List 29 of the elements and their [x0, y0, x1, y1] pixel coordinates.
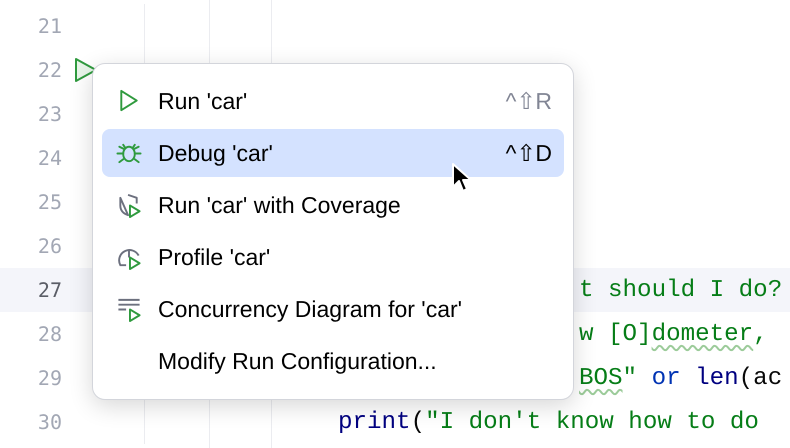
code-line: t should I do? — [579, 276, 782, 304]
line-number: 28 — [36, 322, 62, 346]
line-number: 25 — [36, 190, 62, 214]
code-line: BOS" or len(ac — [579, 364, 782, 392]
menu-item[interactable]: Run 'car' with Coverage — [102, 181, 564, 229]
line-number: 27 — [36, 278, 62, 302]
menu-item[interactable]: Modify Run Configuration... — [102, 337, 564, 385]
menu-item-label: Debug 'car' — [158, 140, 274, 166]
menu-item-label: Profile 'car' — [158, 244, 272, 270]
keyboard-shortcut: ^⇧R — [506, 88, 552, 114]
line-number: 22 — [36, 58, 62, 82]
line-number: 21 — [36, 14, 62, 38]
line-number: 23 — [36, 102, 62, 126]
lines-play-icon — [116, 296, 142, 322]
menu-item-label: Concurrency Diagram for 'car' — [158, 296, 464, 322]
menu-item-label: Modify Run Configuration... — [158, 348, 438, 374]
menu-item[interactable]: Run 'car' ^⇧R — [102, 77, 564, 125]
menu-item[interactable]: Debug 'car' ^⇧D — [102, 129, 564, 177]
line-number: 24 — [36, 146, 62, 170]
menu-item-label: Run 'car' with Coverage — [158, 192, 402, 218]
line-number: 30 — [36, 410, 62, 434]
menu-item[interactable]: Profile 'car' — [102, 233, 564, 281]
keyboard-shortcut: ^⇧D — [506, 140, 552, 166]
code-line: w [O]dometer, — [579, 320, 768, 348]
menu-item[interactable]: Concurrency Diagram for 'car' — [102, 285, 564, 333]
line-number: 26 — [36, 234, 62, 258]
menu-item-label: Run 'car' — [158, 88, 248, 114]
code-line: print("I don't know how to do — [338, 408, 759, 436]
line-number: 29 — [36, 366, 62, 390]
